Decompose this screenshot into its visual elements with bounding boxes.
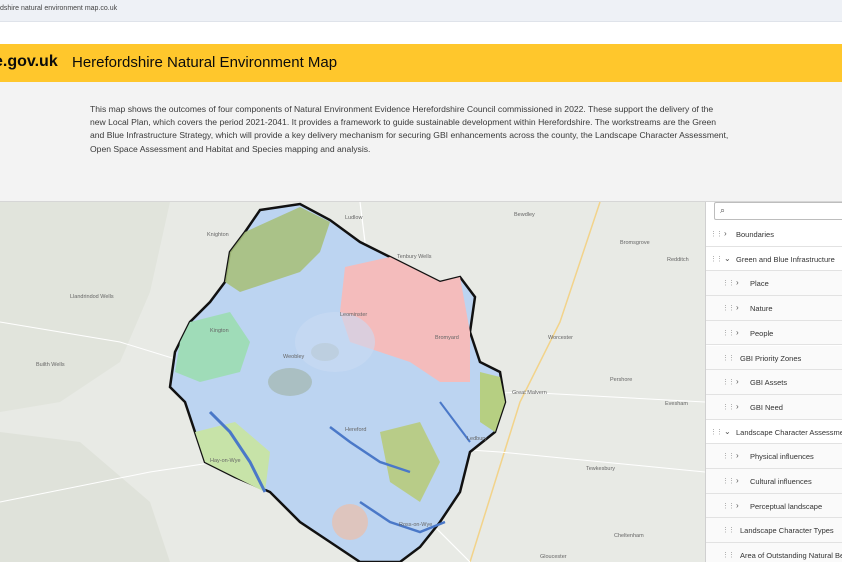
layer-label: Physical influences	[750, 452, 814, 462]
woodland-1	[268, 368, 312, 396]
zone-central-lightblue	[295, 312, 375, 372]
map-label: Ross-on-Wye	[399, 522, 433, 528]
map-label: Ludlow	[345, 215, 363, 221]
layer-item-place[interactable]: ⋮⋮ › Place	[706, 271, 842, 297]
map-label: Redditch	[667, 257, 689, 263]
layer-label: Green and Blue Infrastructure	[736, 254, 835, 264]
map-label: Bromsgrove	[620, 240, 650, 246]
chevron-right-icon[interactable]: ›	[736, 328, 739, 337]
chevron-right-icon[interactable]: ›	[736, 402, 739, 411]
layer-label: Nature	[750, 304, 773, 314]
site-header: e.gov.uk Herefordshire Natural Environme…	[0, 44, 842, 82]
drag-handle-icon[interactable]: ⋮⋮	[722, 526, 735, 534]
map-label: Evesham	[665, 401, 688, 407]
drag-handle-icon[interactable]: ⋮⋮	[710, 230, 723, 238]
layer-item-gbi[interactable]: ⋮⋮ ⌄ Green and Blue Infrastructure	[706, 247, 842, 272]
drag-handle-icon[interactable]: ⋮⋮	[722, 452, 735, 460]
chevron-right-icon[interactable]: ›	[736, 303, 739, 312]
map-label: Tenbury Wells	[397, 254, 432, 260]
layer-label: GBI Need	[750, 402, 783, 412]
map-label: Builth Wells	[36, 362, 65, 368]
chevron-right-icon[interactable]: ›	[724, 229, 727, 238]
drag-handle-icon[interactable]: ⋮⋮	[722, 279, 735, 287]
map-label: Llandrindod Wells	[70, 294, 114, 300]
layer-list-panel: ⌕ ⋮⋮ › Boundaries ⋮⋮ ⌄ Green and Blue In…	[705, 202, 842, 562]
layer-item-boundaries[interactable]: ⋮⋮ › Boundaries	[706, 222, 842, 247]
intro-panel: This map shows the outcomes of four comp…	[0, 82, 842, 202]
url-text: dshire natural environment map.co.uk	[0, 5, 118, 12]
map-label: Leominster	[340, 312, 368, 318]
page-title: Herefordshire Natural Environment Map	[72, 54, 338, 71]
layer-label: Landscape Character Assessment	[736, 427, 842, 437]
layer-item-cultural-influences[interactable]: ⋮⋮ › Cultural influences	[706, 469, 842, 494]
map-view[interactable]: Ludlow Bewdley Knighton Tenbury Wells Br…	[0, 202, 705, 562]
drag-handle-icon[interactable]: ⋮⋮	[722, 304, 735, 312]
map-label: Worcester	[548, 335, 573, 341]
chevron-right-icon[interactable]: ›	[736, 451, 739, 460]
drag-handle-icon[interactable]: ⋮⋮	[722, 551, 735, 559]
layer-item-landscape-character-types[interactable]: ⋮⋮ Landscape Character Types	[706, 518, 842, 544]
drag-handle-icon[interactable]: ⋮⋮	[710, 255, 723, 263]
layer-search-input[interactable]: ⌕	[714, 202, 842, 220]
zone-south-pink	[332, 504, 368, 540]
layer-item-people[interactable]: ⋮⋮ › People	[706, 320, 842, 346]
layer-item-gbi-priority-zones[interactable]: ⋮⋮ GBI Priority Zones	[706, 345, 842, 371]
search-icon: ⌕	[720, 205, 726, 215]
map-label: Knighton	[207, 232, 229, 238]
map-label: Great Malvern	[512, 390, 547, 396]
layer-label: GBI Assets	[750, 378, 788, 388]
drag-handle-icon[interactable]: ⋮⋮	[722, 477, 735, 485]
drag-handle-icon[interactable]: ⋮⋮	[722, 354, 735, 362]
map-label: Pershore	[610, 377, 633, 383]
chevron-right-icon[interactable]: ›	[736, 278, 739, 287]
layer-item-aonb[interactable]: ⋮⋮ Area of Outstanding Natural Beauty	[706, 543, 842, 562]
layer-label: Cultural influences	[750, 477, 812, 486]
map-label: Hay-on-Wye	[210, 458, 241, 464]
layer-item-gbi-need[interactable]: ⋮⋮ › GBI Need	[706, 394, 842, 420]
drag-handle-icon[interactable]: ⋮⋮	[722, 378, 735, 386]
layer-label: Perceptual landscape	[750, 501, 823, 511]
layer-label: Place	[750, 279, 769, 289]
layer-item-lca[interactable]: ⋮⋮ ⌄ Landscape Character Assessment	[706, 420, 842, 445]
map-label: Bewdley	[514, 212, 535, 218]
drag-handle-icon[interactable]: ⋮⋮	[722, 403, 735, 411]
layer-label: Landscape Character Types	[740, 526, 834, 536]
drag-handle-icon[interactable]: ⋮⋮	[722, 329, 735, 337]
map-label: Gloucester	[540, 554, 567, 560]
map-label: Weobley	[283, 354, 305, 360]
chevron-right-icon[interactable]: ›	[736, 476, 739, 485]
chevron-down-icon[interactable]: ⌄	[724, 427, 731, 436]
map-label: Hereford	[345, 427, 367, 433]
map-label: Cheltenham	[614, 533, 644, 539]
chevron-right-icon[interactable]: ›	[736, 501, 739, 510]
map-label: Tewkesbury	[586, 466, 616, 472]
site-logo[interactable]: e.gov.uk	[0, 53, 58, 71]
map-label: Kington	[210, 328, 229, 334]
layer-item-physical-influences[interactable]: ⋮⋮ › Physical influences	[706, 444, 842, 469]
drag-handle-icon[interactable]: ⋮⋮	[710, 428, 723, 436]
layer-label: Area of Outstanding Natural Beauty	[740, 551, 842, 561]
layer-item-perceptual-landscape[interactable]: ⋮⋮ › Perceptual landscape	[706, 493, 842, 519]
layer-label: GBI Priority Zones	[740, 353, 802, 363]
map-label: Ledbury	[467, 436, 487, 442]
chevron-down-icon[interactable]: ⌄	[724, 254, 731, 263]
drag-handle-icon[interactable]: ⋮⋮	[722, 502, 735, 510]
browser-address-bar[interactable]: dshire natural environment map.co.uk	[0, 0, 842, 22]
intro-text: This map shows the outcomes of four comp…	[90, 104, 729, 154]
layer-item-gbi-assets[interactable]: ⋮⋮ › GBI Assets	[706, 370, 842, 395]
map-canvas[interactable]	[0, 202, 705, 562]
layer-label: Boundaries	[736, 230, 774, 239]
chevron-right-icon[interactable]: ›	[736, 377, 739, 386]
map-label: Bromyard	[435, 335, 459, 341]
layer-item-nature[interactable]: ⋮⋮ › Nature	[706, 296, 842, 321]
layer-label: People	[750, 328, 774, 338]
